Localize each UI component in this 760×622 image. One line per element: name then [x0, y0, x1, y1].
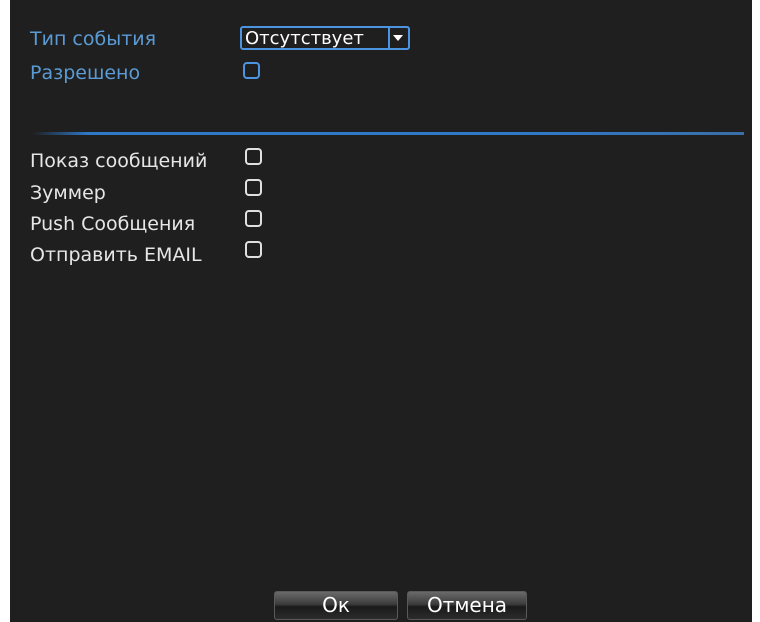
cancel-button[interactable]: Отмена	[407, 591, 527, 620]
event-type-value: Отсутствует	[245, 28, 364, 49]
ok-button[interactable]: Ок	[274, 591, 398, 620]
send-email-checkbox[interactable]	[245, 241, 262, 258]
push-message-checkbox[interactable]	[245, 210, 262, 227]
select-divider	[388, 28, 390, 48]
event-type-label: Тип события	[30, 28, 157, 50]
push-message-label: Push Сообщения	[30, 213, 196, 235]
section-divider	[32, 132, 744, 135]
buzzer-checkbox[interactable]	[245, 179, 262, 196]
buzzer-label: Зуммер	[30, 182, 106, 204]
event-type-select[interactable]: Отсутствует	[240, 26, 410, 50]
show-message-checkbox[interactable]	[245, 148, 262, 165]
send-email-label: Отправить EMAIL	[30, 244, 202, 266]
chevron-down-icon[interactable]	[393, 35, 403, 41]
enabled-checkbox[interactable]	[243, 62, 260, 79]
enabled-label: Разрешено	[30, 62, 141, 84]
event-settings-dialog: Тип события Отсутствует Разрешено Показ …	[10, 0, 752, 622]
show-message-label: Показ сообщений	[30, 150, 208, 172]
